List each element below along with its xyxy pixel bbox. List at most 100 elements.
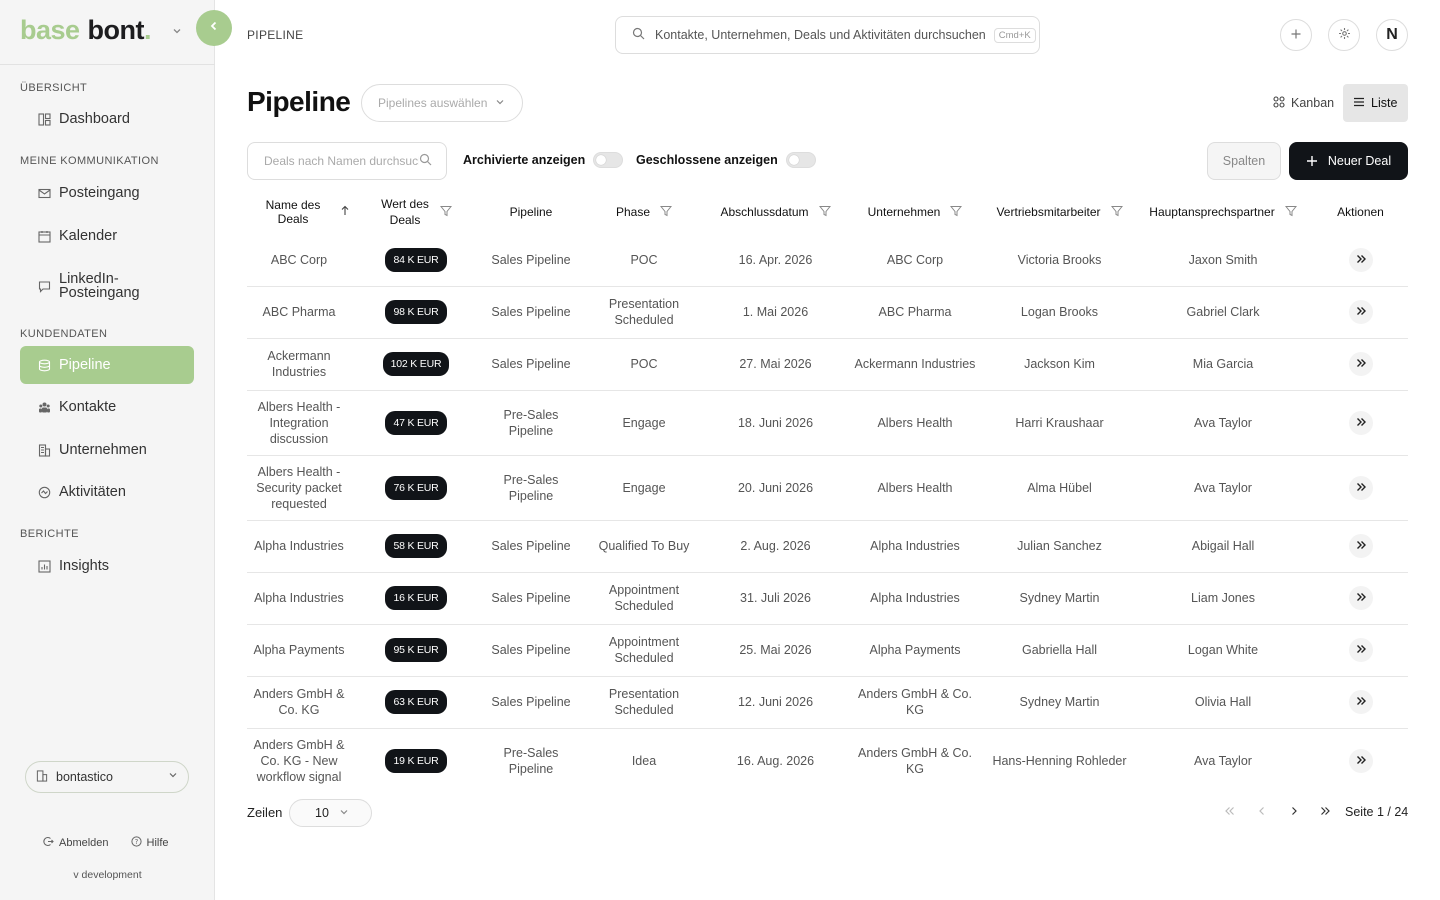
deal-pipeline-cell: Pre-Sales Pipeline (481, 455, 581, 521)
organization-select[interactable]: bontastico (25, 761, 189, 793)
collapse-sidebar-button[interactable] (196, 10, 232, 46)
deal-close-date-cell: 31. Juli 2026 (707, 572, 844, 625)
filter-icon[interactable] (659, 205, 673, 220)
deal-main-contact-cell[interactable]: Gabriel Clark (1133, 286, 1313, 339)
open-deal-button[interactable] (1348, 410, 1373, 435)
table-row[interactable]: Alpha Payments 95 K EUR Sales Pipeline A… (247, 624, 1408, 677)
sidebar-item-linkedin-inbox[interactable]: LinkedIn-Posteingang (20, 266, 194, 306)
filter-icon[interactable] (1110, 205, 1123, 220)
previous-page-button[interactable] (1253, 803, 1271, 821)
filter-icon[interactable] (1284, 205, 1297, 220)
logout-link[interactable]: Abmelden (43, 836, 109, 850)
open-deal-button[interactable] (1348, 534, 1373, 558)
open-deal-button[interactable] (1348, 586, 1373, 610)
open-deal-button[interactable] (1348, 247, 1373, 272)
deal-main-contact-cell[interactable]: Olivia Hall (1133, 676, 1313, 729)
deal-name-cell[interactable]: Anders GmbH & Co. KG - New workflow sign… (247, 728, 351, 793)
workspace-chevron-down-icon[interactable] (172, 26, 182, 39)
column-header-main-contact[interactable]: Hauptansprechspartner (1133, 190, 1313, 234)
sidebar-item-calendar[interactable]: Kalender (20, 217, 194, 255)
rows-per-page-select[interactable]: 10 (289, 799, 372, 827)
filter-icon[interactable] (818, 205, 831, 220)
columns-button[interactable]: Spalten (1207, 142, 1281, 180)
table-row[interactable]: Anders GmbH & Co. KG 63 K EUR Sales Pipe… (247, 676, 1408, 729)
table-row[interactable]: Alpha Industries 16 K EUR Sales Pipeline… (247, 572, 1408, 625)
open-deal-button[interactable] (1348, 475, 1373, 500)
deal-name-cell[interactable]: ABC Corp (247, 234, 351, 287)
open-deal-button[interactable] (1348, 352, 1373, 376)
sidebar-item-inbox[interactable]: Posteingang (20, 174, 194, 212)
pipeline-select[interactable]: Pipelines auswählen (361, 84, 523, 122)
deal-company-cell[interactable]: Ackermann Industries (844, 338, 986, 391)
column-header-value[interactable]: Wert des Deals (351, 190, 481, 234)
open-deal-button[interactable] (1348, 638, 1373, 662)
last-page-button[interactable] (1316, 803, 1334, 821)
sidebar-item-insights[interactable]: Insights (20, 547, 194, 585)
view-list-button[interactable]: Liste (1343, 84, 1408, 122)
column-header-pipeline[interactable]: Pipeline (481, 190, 581, 234)
deal-company-cell[interactable]: ABC Pharma (844, 286, 986, 339)
next-page-button[interactable] (1285, 803, 1303, 821)
column-header-sales-rep[interactable]: Vertriebsmitarbeiter (986, 190, 1133, 234)
column-header-name[interactable]: Name des Deals (247, 190, 351, 234)
deal-main-contact-cell[interactable]: Logan White (1133, 624, 1313, 677)
filter-icon[interactable] (439, 205, 453, 220)
user-avatar[interactable]: N (1376, 19, 1408, 51)
table-header-row: Name des Deals Wert des Deals Pipeline P… (247, 190, 1408, 234)
deal-company-cell[interactable]: Albers Health (844, 390, 986, 456)
deal-company-cell[interactable]: Albers Health (844, 455, 986, 521)
open-deal-button[interactable] (1348, 300, 1373, 324)
global-search-input[interactable]: Kontakte, Unternehmen, Deals und Aktivit… (615, 16, 1040, 54)
deal-name-cell[interactable]: ABC Pharma (247, 286, 351, 339)
deal-company-cell[interactable]: Alpha Industries (844, 572, 986, 625)
sidebar-item-contacts[interactable]: Kontakte (20, 388, 194, 426)
add-button[interactable] (1280, 19, 1312, 51)
help-link[interactable]: ? Hilfe (130, 836, 169, 850)
deal-main-contact-cell[interactable]: Abigail Hall (1133, 520, 1313, 573)
brand-logo[interactable]: base bont. (20, 14, 152, 46)
sidebar-item-pipeline[interactable]: Pipeline (20, 346, 194, 384)
first-page-button[interactable] (1221, 803, 1239, 821)
column-header-close-date[interactable]: Abschlussdatum (707, 190, 844, 234)
deal-main-contact-cell[interactable]: Jaxon Smith (1133, 234, 1313, 287)
deal-company-cell[interactable]: Anders GmbH & Co. KG (844, 728, 986, 793)
deal-company-cell[interactable]: Alpha Payments (844, 624, 986, 677)
deal-name-cell[interactable]: Ackermann Industries (247, 338, 351, 391)
table-row[interactable]: Ackermann Industries 102 K EUR Sales Pip… (247, 338, 1408, 391)
deal-sales-rep-cell: Sydney Martin (986, 676, 1133, 729)
deal-name-cell[interactable]: Albers Health - Security packet requeste… (247, 455, 351, 521)
sidebar-item-dashboard[interactable]: Dashboard (20, 100, 194, 138)
deal-company-cell[interactable]: Anders GmbH & Co. KG (844, 676, 986, 729)
archived-toggle[interactable] (593, 152, 624, 168)
deal-company-cell[interactable]: Alpha Industries (844, 520, 986, 573)
table-row[interactable]: Alpha Industries 58 K EUR Sales Pipeline… (247, 520, 1408, 573)
new-deal-button[interactable]: Neuer Deal (1289, 142, 1408, 180)
table-row[interactable]: ABC Corp 84 K EUR Sales Pipeline POC 16.… (247, 234, 1408, 287)
deal-main-contact-cell[interactable]: Ava Taylor (1133, 390, 1313, 456)
closed-toggle[interactable] (785, 152, 816, 168)
table-row[interactable]: ABC Pharma 98 K EUR Sales Pipeline Prese… (247, 286, 1408, 339)
deal-main-contact-cell[interactable]: Ava Taylor (1133, 455, 1313, 521)
settings-button[interactable] (1328, 19, 1360, 51)
column-header-phase[interactable]: Phase (581, 190, 707, 234)
deal-company-cell[interactable]: ABC Corp (844, 234, 986, 287)
view-kanban-button[interactable]: Kanban (1263, 84, 1344, 122)
deal-name-cell[interactable]: Alpha Payments (247, 624, 351, 677)
deal-main-contact-cell[interactable]: Mia Garcia (1133, 338, 1313, 391)
table-row[interactable]: Albers Health - Integration discussion 4… (247, 390, 1408, 456)
deal-name-cell[interactable]: Anders GmbH & Co. KG (247, 676, 351, 729)
filter-icon[interactable] (950, 205, 963, 220)
table-row[interactable]: Albers Health - Security packet requeste… (247, 455, 1408, 521)
deal-name-cell[interactable]: Alpha Industries (247, 572, 351, 625)
sidebar-item-activities[interactable]: Aktivitäten (20, 473, 194, 511)
deal-name-cell[interactable]: Alpha Industries (247, 520, 351, 573)
deal-name-cell[interactable]: Albers Health - Integration discussion (247, 390, 351, 456)
column-header-company[interactable]: Unternehmen (844, 190, 986, 234)
open-deal-button[interactable] (1348, 748, 1373, 773)
open-deal-button[interactable] (1348, 690, 1373, 714)
deal-main-contact-cell[interactable]: Ava Taylor (1133, 728, 1313, 793)
sidebar-item-companies[interactable]: Unternehmen (20, 431, 194, 469)
deal-main-contact-cell[interactable]: Liam Jones (1133, 572, 1313, 625)
table-row[interactable]: Anders GmbH & Co. KG - New workflow sign… (247, 728, 1408, 793)
deal-search-input[interactable]: Deals nach Namen durchsuchen (247, 142, 447, 180)
